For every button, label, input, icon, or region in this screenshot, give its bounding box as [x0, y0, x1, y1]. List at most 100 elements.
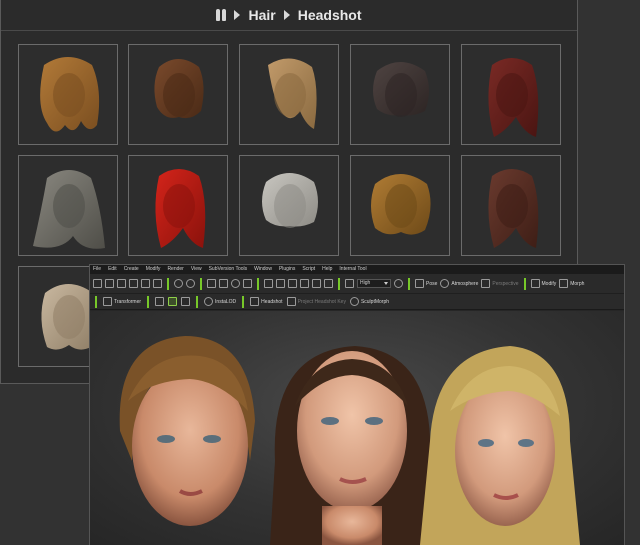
pose-button[interactable]: Pose — [415, 279, 437, 288]
pan-view-icon[interactable] — [312, 279, 321, 288]
pose-icon — [415, 279, 424, 288]
toolbar-divider — [408, 277, 410, 290]
open-file-icon[interactable] — [105, 279, 114, 288]
hair-thumbnail-icon — [33, 170, 105, 249]
plugin-toolbar: Transformer InstaLOD Headshot Project He… — [90, 294, 624, 310]
toolbar-divider — [242, 295, 245, 308]
render-quality-select[interactable]: High — [357, 279, 391, 288]
app-window: File Edit Create Modify Render View SubVersion… — [89, 264, 625, 545]
hair-thumbnail-icon — [154, 59, 204, 119]
transformer-icon — [103, 297, 112, 306]
menu-item-internal-tool[interactable]: Internal Tool — [339, 265, 366, 274]
toolbar-divider — [196, 295, 199, 308]
brush-icon[interactable] — [155, 297, 165, 306]
hair-tile[interactable] — [461, 44, 561, 145]
menu-item-create[interactable]: Create — [124, 265, 139, 274]
sculptmorph-button[interactable]: SculptMorph — [349, 297, 389, 306]
menu-item-help[interactable]: Help — [322, 265, 332, 274]
perspective-icon — [481, 279, 491, 288]
menu-item-render[interactable]: Render — [167, 265, 183, 274]
hair-thumbnail-icon — [155, 169, 206, 248]
hair-tile[interactable] — [461, 155, 561, 256]
hair-thumbnail-icon — [268, 58, 317, 129]
hair-tile[interactable] — [128, 44, 228, 145]
transformer-button[interactable]: Transformer — [103, 297, 141, 306]
sculptmorph-icon — [349, 297, 359, 306]
menu-item-script[interactable]: Script — [302, 265, 315, 274]
library-breadcrumb: Hair Headshot — [1, 0, 577, 31]
headshot-icon — [250, 297, 260, 306]
modify-icon — [530, 279, 540, 288]
hair-thumbnail-icon — [488, 58, 539, 137]
menu-item-subversion-tools[interactable]: SubVersion Tools — [209, 265, 248, 274]
axis-icon[interactable] — [324, 279, 333, 288]
zoom-view-icon[interactable] — [300, 279, 309, 288]
hair-tile[interactable] — [239, 44, 339, 145]
toolbar-divider — [257, 277, 259, 290]
menu-item-file[interactable]: File — [93, 265, 101, 274]
modify-button[interactable]: Modify — [530, 279, 556, 288]
hair-tile[interactable] — [350, 155, 450, 256]
project-key-icon — [286, 297, 296, 306]
character-figures-icon — [216, 9, 227, 21]
hair-tile[interactable] — [18, 155, 118, 256]
export-icon[interactable] — [141, 279, 150, 288]
3d-viewport[interactable] — [90, 311, 624, 545]
rotate-icon[interactable] — [231, 279, 240, 288]
hair-tile[interactable] — [18, 44, 118, 145]
undo-icon[interactable] — [174, 279, 183, 288]
left-character — [119, 336, 256, 526]
breadcrumb-headshot[interactable]: Headshot — [298, 7, 362, 23]
render-icon[interactable] — [153, 279, 162, 288]
perspective-button[interactable]: Perspective — [481, 279, 519, 288]
menu-item-plugins[interactable]: Plugins — [279, 265, 295, 274]
atmosphere-icon — [440, 279, 450, 288]
toolbar-divider — [200, 277, 202, 290]
morph-icon — [559, 279, 569, 288]
import-icon[interactable] — [129, 279, 138, 288]
toolbar-divider — [167, 277, 169, 290]
hair-tile[interactable] — [239, 155, 339, 256]
right-character — [420, 346, 580, 545]
screenshot-stage: Hair Headshot File Edit Create Modify Render… — [0, 0, 640, 545]
scale-icon[interactable] — [243, 279, 252, 288]
menu-item-modify[interactable]: Modify — [146, 265, 161, 274]
menu-item-view[interactable]: View — [191, 265, 202, 274]
menu-bar: File Edit Create Modify Render View SubVersion… — [90, 265, 624, 274]
menu-item-window[interactable]: Window — [254, 265, 272, 274]
hair-tile[interactable] — [350, 44, 450, 145]
light-icon[interactable] — [394, 279, 403, 288]
hair-tile[interactable] — [128, 155, 228, 256]
hair-thumbnail-icon — [371, 174, 431, 235]
mesh-icon[interactable] — [181, 297, 191, 306]
hair-thumbnail-icon — [488, 169, 539, 248]
breadcrumb-arrow-icon — [283, 10, 290, 20]
breadcrumb-hair[interactable]: Hair — [248, 7, 275, 23]
atmosphere-button[interactable]: Atmosphere — [440, 279, 478, 288]
hair-thumbnail-icon — [373, 62, 429, 117]
new-file-icon[interactable] — [93, 279, 102, 288]
toolbar-divider — [523, 277, 526, 290]
headshot-button[interactable]: Headshot — [250, 297, 283, 306]
toolbar-divider — [147, 295, 150, 308]
save-icon[interactable] — [117, 279, 126, 288]
middle-character — [270, 346, 440, 545]
instalod-button[interactable]: InstaLOD — [204, 297, 236, 306]
quality-icon — [345, 279, 354, 288]
move-icon[interactable] — [219, 279, 228, 288]
character-heads-render — [119, 336, 580, 545]
graph-icon[interactable] — [168, 297, 178, 306]
home-camera-icon[interactable] — [264, 279, 273, 288]
toolbar-divider — [338, 277, 340, 290]
select-cursor-icon[interactable] — [207, 279, 216, 288]
camera-icon[interactable] — [276, 279, 285, 288]
hair-thumbnail-icon — [262, 173, 318, 228]
morph-button[interactable]: Morph — [559, 279, 584, 288]
menu-item-edit[interactable]: Edit — [108, 265, 117, 274]
redo-icon[interactable] — [186, 279, 195, 288]
hair-thumbnail-icon — [40, 57, 100, 132]
fit-view-icon[interactable] — [288, 279, 297, 288]
project-headshot-key-button[interactable]: Project Headshot Key — [286, 297, 346, 306]
instalod-icon — [204, 297, 214, 306]
breadcrumb-arrow-icon — [234, 10, 241, 20]
